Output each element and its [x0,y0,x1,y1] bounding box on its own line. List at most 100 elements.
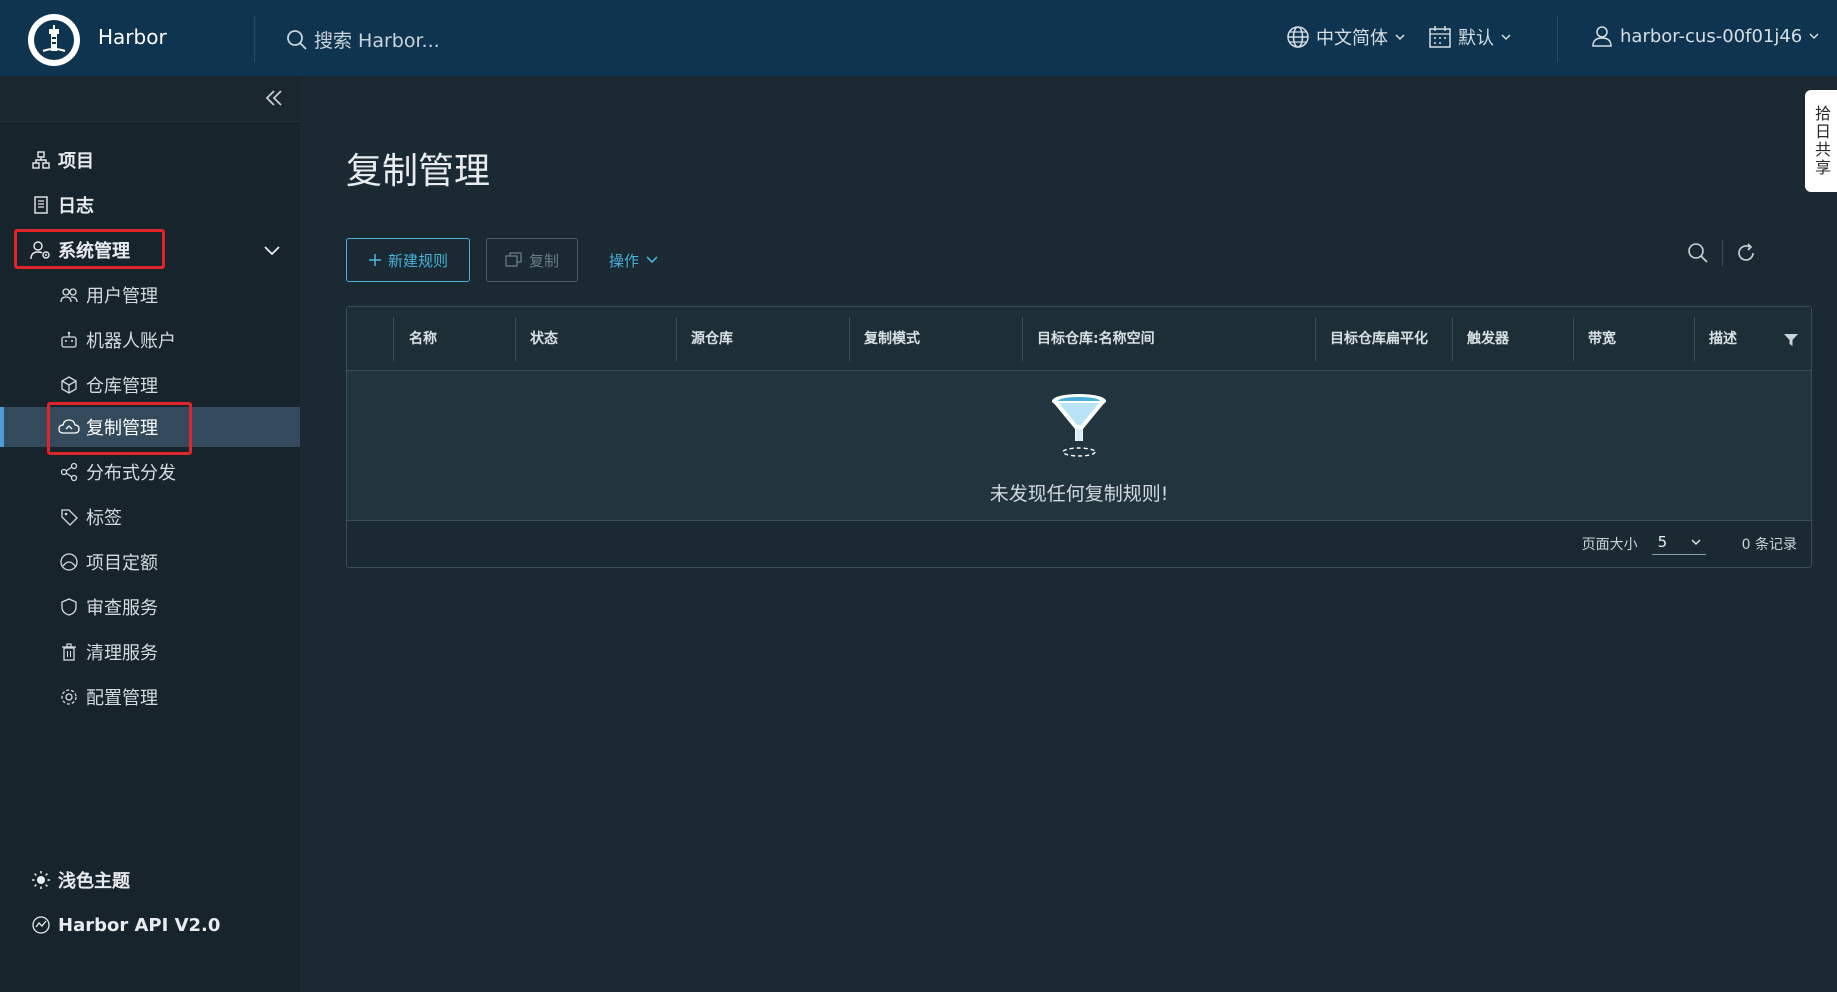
sidebar-item-robot-accounts[interactable]: 机器人账户 [0,320,300,360]
sidebar-item-users[interactable]: 用户管理 [0,275,300,315]
robot-icon [58,329,80,351]
column-header-source[interactable]: 源仓库 [677,307,849,371]
admin-icon [30,239,52,261]
empty-message: 未发现任何复制规则! [989,483,1169,505]
header-divider [254,16,255,62]
sidebar-item-clean-up[interactable]: 清理服务 [0,632,300,672]
plus-icon [368,254,381,266]
search-icon[interactable] [1686,241,1710,265]
language-selector[interactable]: 中文简体 [1286,24,1406,50]
sun-icon [30,869,52,891]
chevron-down-icon [1809,33,1819,40]
header-divider [1557,16,1558,62]
sidebar-item-interrogation-services[interactable]: 审查服务 [0,587,300,627]
page-title: 复制管理 [346,151,491,192]
filter-icon[interactable] [1783,333,1799,347]
sidebar-item-label: 用户管理 [86,286,158,307]
registry-icon [58,374,80,396]
side-tab-label: 拾日共享 [1812,105,1831,177]
sidebar-item-label: 清理服务 [86,643,158,664]
sidebar-item-replications[interactable]: 复制管理 [0,407,300,447]
column-header-status[interactable]: 状态 [516,307,676,371]
sidebar-item-label: 审查服务 [86,598,158,619]
sidebar-item-configuration[interactable]: 配置管理 [0,677,300,717]
sidebar-item-logs[interactable]: 日志 [0,185,300,225]
grid-header: 名称 状态 源仓库 复制模式 目标仓库:名称空间 目标仓库扁平化 触发器 带宽 … [347,307,1811,371]
sidebar: 项目 日志 系统管理 用户管理 机器人账户 仓库管理 复制管理 分布式分发 标签… [0,76,300,992]
sidebar-item-projects[interactable]: 项目 [0,140,300,180]
globe-icon [1287,26,1309,48]
top-header: Harbor 搜索 Harbor... 中文简体 默认 harbor-cus-0… [0,0,1837,76]
datetime-format-selector[interactable]: 默认 [1428,24,1512,50]
sidebar-item-label: 系统管理 [58,241,130,262]
tag-icon [58,506,80,528]
sidebar-item-label: Harbor API V2.0 [58,914,221,936]
logs-icon [30,194,52,216]
sidebar-item-labels[interactable]: 标签 [0,497,300,537]
actions-dropdown[interactable]: 操作 [600,238,668,282]
sidebar-item-quotas[interactable]: 项目定额 [0,542,300,582]
user-menu[interactable]: harbor-cus-00f01j46 [1590,24,1820,48]
sidebar-item-label: 配置管理 [86,688,158,709]
trash-icon [58,641,80,663]
chevron-down-icon [646,256,658,264]
users-icon [58,284,80,306]
sidebar-item-label: 机器人账户 [86,331,176,352]
sidebar-item-label: 项目定额 [86,553,158,574]
page-size-select[interactable]: 5 [1651,533,1706,555]
sidebar-item-label: 仓库管理 [86,376,158,397]
collapse-left-icon[interactable] [262,86,286,110]
chevron-down-icon [1501,34,1511,41]
theme-toggle[interactable]: 浅色主题 [0,860,300,900]
user-icon [1592,26,1612,47]
sidebar-collapse-bar [0,76,300,122]
search-placeholder[interactable]: 搜索 Harbor... [314,26,440,53]
harbor-api-link[interactable]: Harbor API V2.0 [0,905,300,945]
copy-button[interactable]: 复制 [486,238,578,282]
shield-icon [58,596,80,618]
replication-icon [58,416,80,438]
replication-rules-grid: 名称 状态 源仓库 复制模式 目标仓库:名称空间 目标仓库扁平化 触发器 带宽 … [346,306,1812,568]
gear-icon [58,686,80,708]
grid-placeholder: 未发现任何复制规则! [347,371,1811,521]
language-label: 中文简体 [1316,28,1388,49]
sidebar-item-label: 浅色主题 [58,871,130,892]
api-icon [30,914,52,936]
sidebar-item-label: 项目 [58,151,94,172]
column-header-flattening[interactable]: 目标仓库扁平化 [1316,307,1452,371]
datetime-format-label: 默认 [1458,28,1494,49]
sidebar-item-label: 复制管理 [86,418,158,439]
grid-tools [1686,240,1757,266]
sidebar-item-admin[interactable]: 系统管理 [0,230,300,270]
tool-divider [1722,240,1723,266]
new-rule-button[interactable]: 新建规则 [346,238,470,282]
share-icon [58,461,80,483]
floating-side-tab[interactable]: 拾日共享 [1805,90,1837,192]
record-count: 0 条记录 [1741,537,1797,553]
column-header-replication-mode[interactable]: 复制模式 [850,307,1022,371]
calendar-icon [1429,26,1451,48]
column-header-trigger[interactable]: 触发器 [1453,307,1573,371]
chevron-down-icon[interactable] [262,240,282,260]
chevron-down-icon [1395,34,1405,41]
column-separator [393,317,394,361]
harbor-logo-icon[interactable] [28,14,80,66]
sidebar-item-distributions[interactable]: 分布式分发 [0,452,300,492]
column-header-destination-namespace[interactable]: 目标仓库:名称空间 [1023,307,1315,371]
sidebar-item-label: 分布式分发 [86,463,176,484]
global-search[interactable]: 搜索 Harbor... [286,26,440,53]
sidebar-item-label: 日志 [58,196,94,217]
column-header-name[interactable]: 名称 [395,307,515,371]
username: harbor-cus-00f01j46 [1620,25,1803,47]
app-name[interactable]: Harbor [98,25,167,49]
column-header-description[interactable]: 描述 [1695,307,1785,371]
copy-label: 复制 [528,251,559,270]
main-content: 复制管理 新建规则 复制 操作 名称 状态 源仓库 复制模式 目标仓库:名称空间… [300,76,1837,992]
new-rule-label: 新建规则 [387,251,448,270]
actions-label: 操作 [608,251,639,270]
chevron-down-icon [1691,539,1701,545]
column-header-bandwidth[interactable]: 带宽 [1574,307,1694,371]
grid-footer: 页面大小 5 0 条记录 [347,521,1811,567]
refresh-icon[interactable] [1735,242,1757,264]
sidebar-item-registries[interactable]: 仓库管理 [0,365,300,405]
